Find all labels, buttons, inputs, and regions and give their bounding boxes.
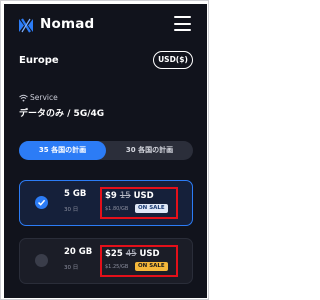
plan-price: $9 15 USD: [105, 191, 154, 201]
tab-35-countries[interactable]: 35 各国の計画: [19, 141, 106, 160]
screenshot-frame: Nomad Europe USD($) Service データのみ / 5G/4…: [0, 0, 209, 300]
currency-button[interactable]: USD($): [153, 51, 193, 69]
price-currency: USD: [139, 249, 160, 259]
plan-card-5gb[interactable]: 5 GB 30 日 $9 15 USD $1.80/GB ON SALE: [19, 180, 193, 226]
current-price: $9: [105, 191, 117, 201]
original-price: 45: [125, 249, 137, 259]
price-currency: USD: [133, 191, 154, 201]
current-price: $25: [105, 249, 123, 259]
price-per-gb: $1.80/GB: [105, 206, 129, 212]
price-highlight-box: $9 15 USD $1.80/GB ON SALE: [100, 187, 178, 219]
service-label: Service: [30, 93, 58, 102]
plan-card-20gb[interactable]: 20 GB 30 日 $25 45 USD $1.25/GB ON SALE: [19, 238, 193, 284]
top-bar: Nomad: [4, 4, 207, 48]
plan-tabs: 35 各国の計画 30 各国の計画: [19, 141, 193, 160]
app-screen: Nomad Europe USD($) Service データのみ / 5G/4…: [4, 4, 207, 298]
on-sale-badge: ON SALE: [135, 262, 168, 271]
radio-unselected-icon[interactable]: [35, 254, 48, 267]
hamburger-menu-icon[interactable]: [174, 16, 191, 31]
check-icon[interactable]: [35, 196, 48, 209]
plan-price: $25 45 USD: [105, 249, 160, 259]
brand-name[interactable]: Nomad: [40, 16, 94, 32]
plan-duration: 30 日: [64, 207, 79, 213]
on-sale-badge: ON SALE: [135, 204, 168, 213]
plan-duration: 30 日: [64, 265, 79, 271]
price-per-gb: $1.25/GB: [105, 264, 129, 270]
wifi-icon: [19, 94, 28, 102]
price-highlight-box: $25 45 USD $1.25/GB ON SALE: [100, 245, 178, 277]
service-value: データのみ / 5G/4G: [19, 109, 105, 119]
tab-30-countries[interactable]: 30 各国の計画: [106, 141, 193, 160]
plan-data-amount: 5 GB: [64, 189, 87, 199]
region-title: Europe: [19, 55, 59, 66]
nomad-logo-icon[interactable]: [18, 18, 34, 33]
original-price: 15: [119, 191, 131, 201]
plan-data-amount: 20 GB: [64, 247, 93, 257]
